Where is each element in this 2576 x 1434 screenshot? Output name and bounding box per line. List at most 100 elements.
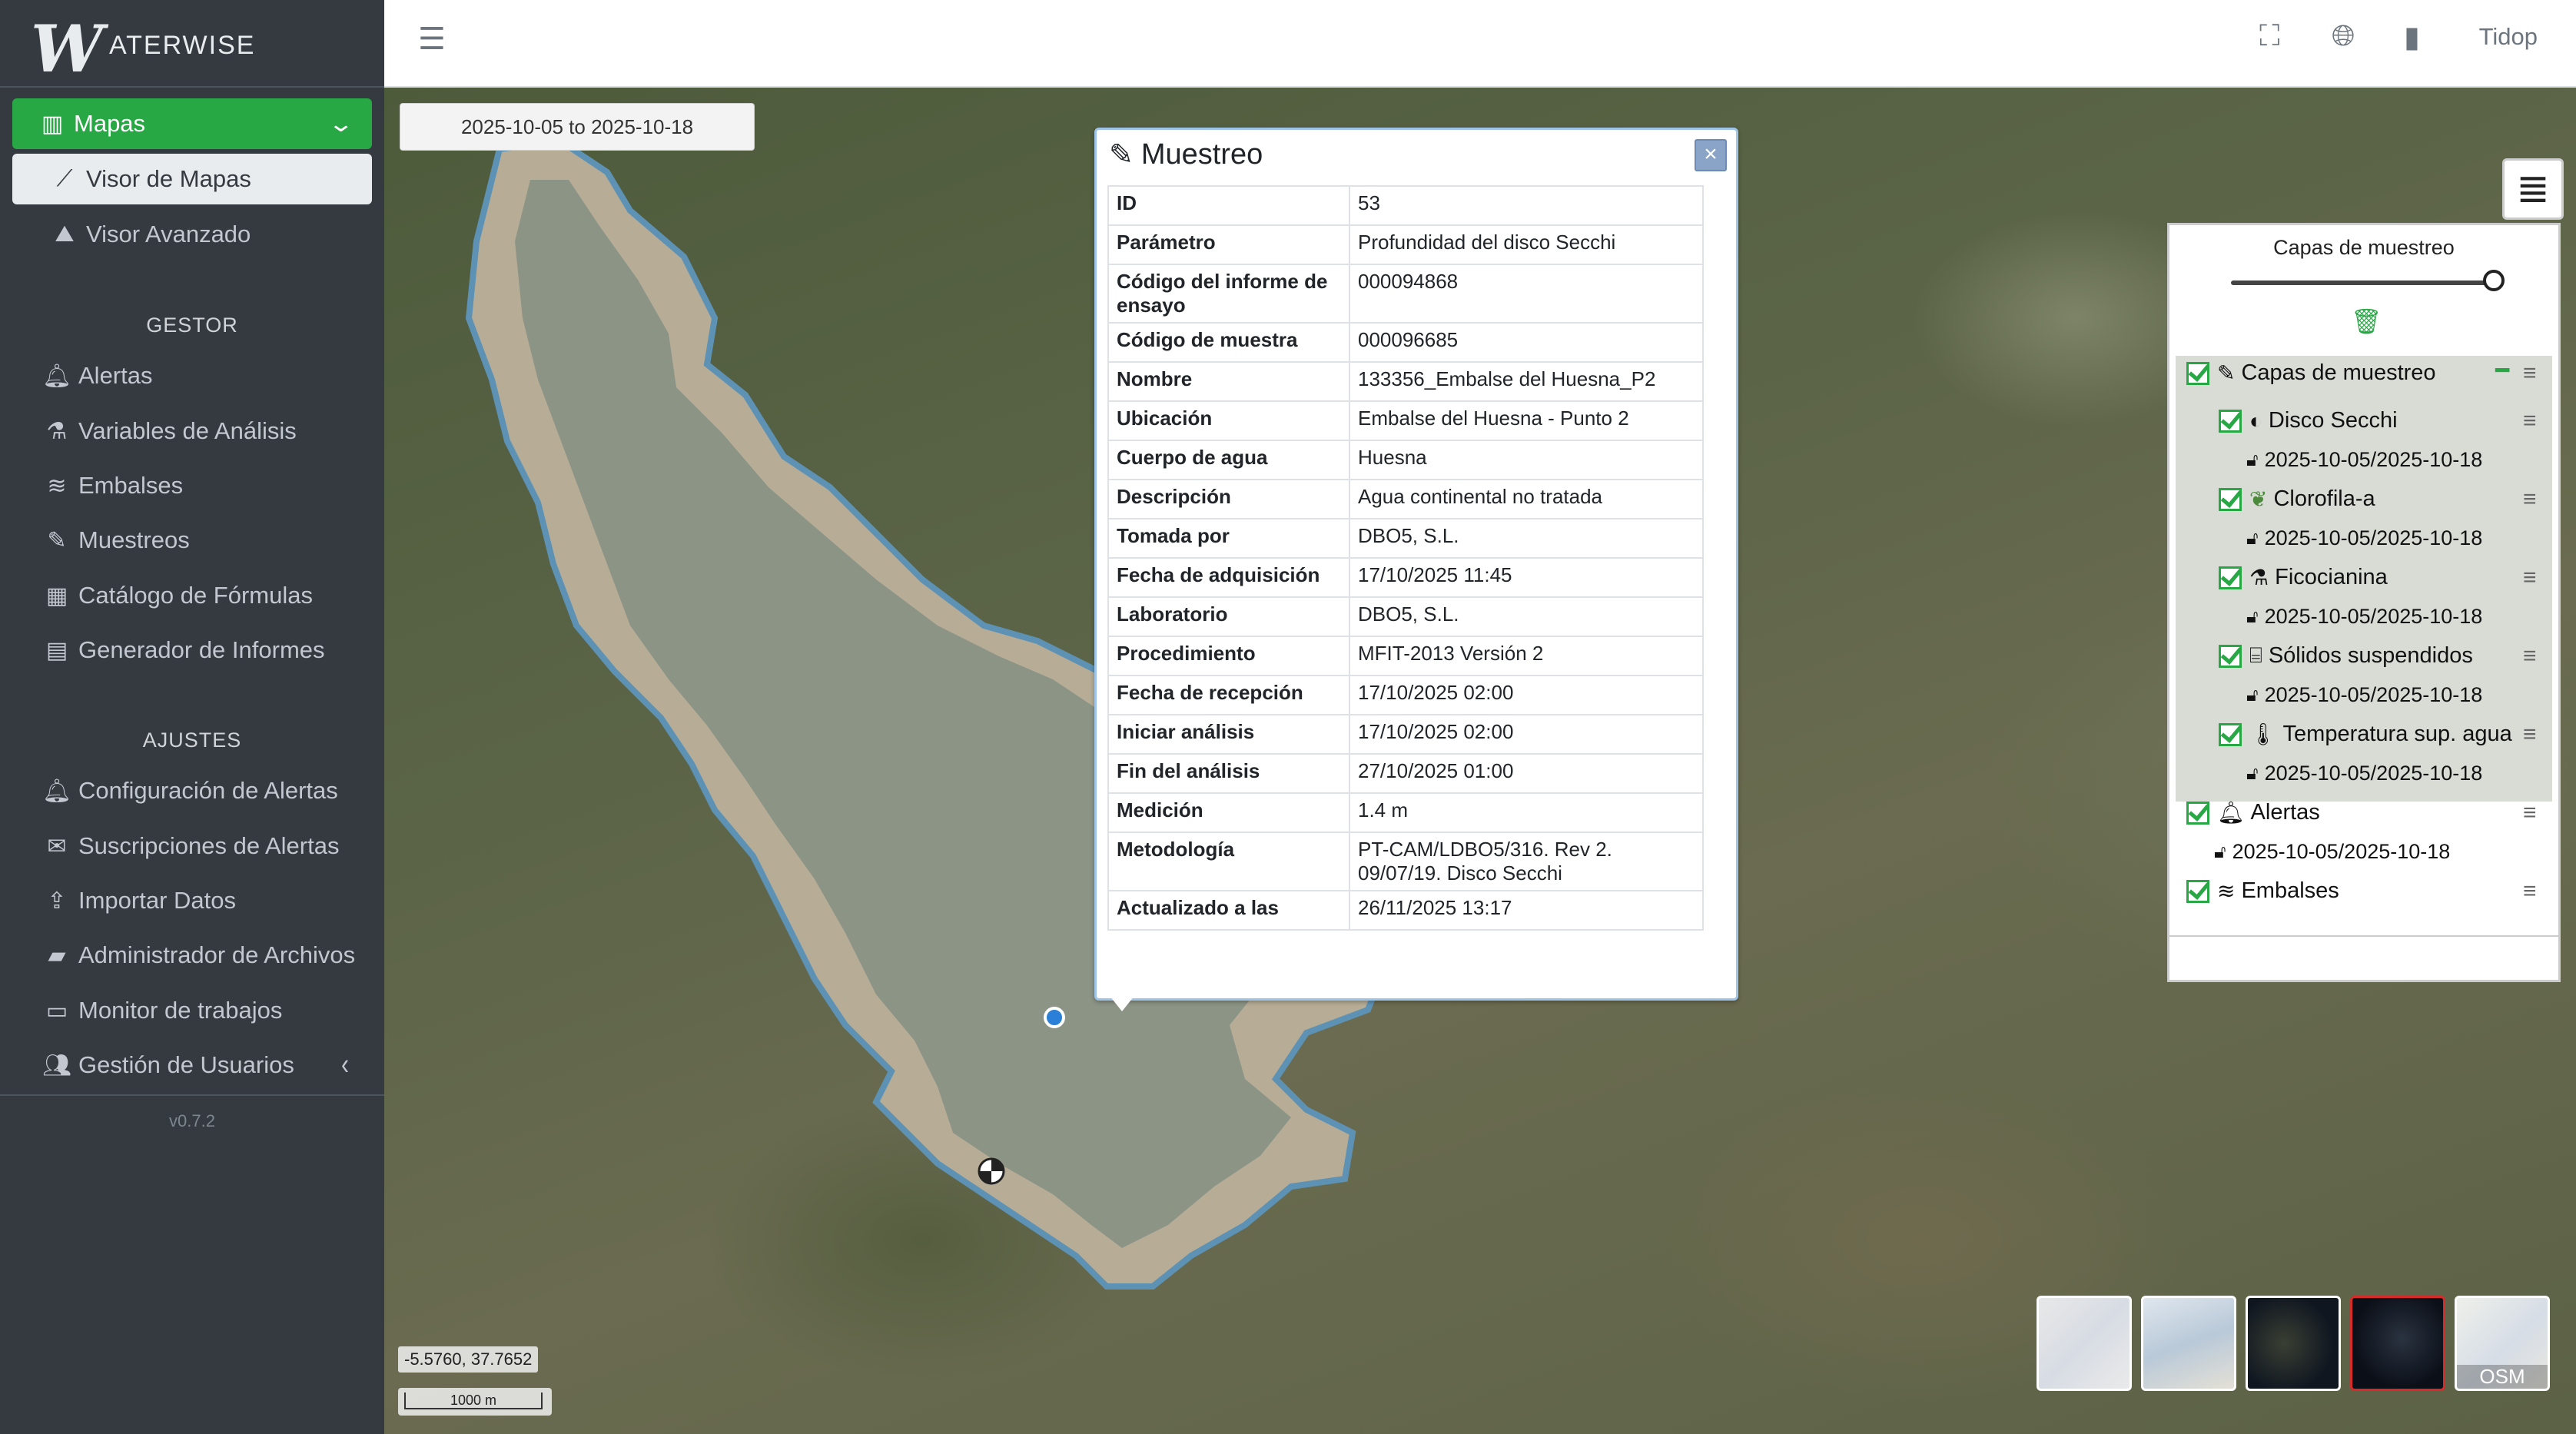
detail-key: Iniciar análisis [1107, 714, 1350, 755]
brand-logo[interactable]: W ATERWISE [0, 0, 384, 88]
layer-temperatura[interactable]: 🌡︎ Temperatura sup. agua [2219, 722, 2512, 747]
detail-key: Tomada por [1107, 518, 1350, 559]
nav-muestreos[interactable]: ✎ Muestreos [12, 515, 372, 566]
layer-date: 🔓︎ 2025-10-05/2025-10-18 [2246, 605, 2482, 629]
hamburger-icon[interactable]: ☰ [418, 22, 446, 57]
flask-icon: ⚗ [2249, 566, 2269, 589]
nav-mapas-label: Mapas [74, 110, 146, 137]
basemap-dark-active[interactable] [2350, 1296, 2445, 1391]
detail-row: Código de muestra 000096685 [1107, 322, 1704, 363]
collapse-icon[interactable]: ━ [2495, 357, 2509, 384]
layer-date: 🔓︎ 2025-10-05/2025-10-18 [2214, 840, 2450, 864]
layer-checkbox[interactable] [2186, 361, 2209, 385]
nav-generador-label: Generador de Informes [78, 636, 325, 663]
detail-key: Medición [1107, 792, 1350, 833]
layers-toggle-button[interactable]: ≣ [2502, 158, 2564, 220]
popup-pointer [1110, 996, 1134, 1011]
flask-icon: ⚗ [46, 418, 68, 444]
layer-alertas[interactable]: 🔔︎ Alertas [2186, 800, 2320, 825]
map-marked-icon: ⛰ [55, 221, 75, 247]
bell-icon: 🔔︎ [41, 778, 72, 804]
layer-checkbox[interactable] [2186, 879, 2209, 903]
scale-line: 1000 m [398, 1388, 552, 1416]
layer-checkbox[interactable] [2219, 566, 2242, 589]
nav-alertas[interactable]: 🔔︎ Alertas [12, 350, 372, 401]
detail-value: Agua continental no tratada [1349, 479, 1704, 519]
beaker-icon: ⌸ [2249, 643, 2262, 667]
detail-value: 17/10/2025 02:00 [1349, 714, 1704, 755]
detail-key: Fecha de recepción [1107, 675, 1350, 715]
nav-monitor-label: Monitor de trabajos [78, 997, 283, 1024]
nav-suscripciones[interactable]: ✉ Suscripciones de Alertas [12, 821, 372, 871]
nav-catalogo[interactable]: ▦ Catálogo de Fórmulas [12, 570, 372, 621]
nav-variables[interactable]: ⚗ Variables de Análisis [12, 406, 372, 456]
layer-checkbox[interactable] [2186, 801, 2209, 825]
layer-label: Alertas [2250, 800, 2320, 825]
layer-checkbox[interactable] [2219, 487, 2242, 511]
drag-handle-icon[interactable]: ≡ [2523, 408, 2537, 434]
opacity-slider-track[interactable] [2231, 280, 2495, 285]
nav-mapas[interactable]: ▥ Mapas ⌄ [12, 98, 372, 149]
nav-visor-mapas[interactable]: ⟋ Visor de Mapas [12, 154, 372, 204]
close-button[interactable]: × [1695, 139, 1727, 171]
lock-open-icon: 🔓︎ [2246, 606, 2259, 627]
layer-ficocianina[interactable]: ⚗ Ficocianina [2219, 565, 2388, 590]
opacity-slider-handle[interactable] [2483, 270, 2505, 291]
layer-solidos[interactable]: ⌸ Sólidos suspendidos [2219, 643, 2473, 669]
layer-label: Ficocianina [2275, 565, 2388, 589]
layer-disco-secchi[interactable]: ◐ Disco Secchi [2219, 408, 2398, 433]
basemap-satellite-world[interactable] [2246, 1296, 2341, 1391]
trash-icon[interactable]: 🗑︎ [2351, 307, 2382, 336]
globe-icon[interactable]: 🌐︎ [2332, 20, 2355, 53]
nav-embalses[interactable]: ≋ Embalses [12, 460, 372, 511]
nav-importar[interactable]: ⇪ Importar Datos [12, 875, 372, 926]
layer-checkbox[interactable] [2219, 722, 2242, 746]
detail-key: Actualizado a las [1107, 890, 1350, 931]
drag-handle-icon[interactable]: ≡ [2523, 878, 2537, 905]
drag-handle-icon[interactable]: ≡ [2523, 722, 2537, 748]
chart-line-icon: ⟋ [56, 166, 73, 191]
layer-group-capas[interactable]: ✎ Capas de muestreo [2186, 360, 2436, 386]
detail-key: Parámetro [1107, 224, 1350, 265]
layer-checkbox[interactable] [2219, 409, 2242, 433]
user-menu[interactable]: Tidop [2479, 23, 2538, 51]
calculator-icon: ▦ [45, 583, 68, 609]
basemap-osm[interactable]: OSM [2455, 1296, 2550, 1391]
basemap-light[interactable] [2037, 1296, 2132, 1391]
logo-mark: W [31, 11, 103, 87]
layer-switcher-panel: Capas de muestreo 🗑︎ ✎ Capas de muestreo… [2167, 223, 2561, 982]
drag-handle-icon[interactable]: ≡ [2523, 486, 2537, 513]
drag-handle-icon[interactable]: ≡ [2523, 643, 2537, 669]
fullscreen-icon[interactable]: ⛶ [2259, 20, 2280, 53]
nav-visor-avanzado[interactable]: ⛰ Visor Avanzado [12, 209, 372, 260]
detail-value: MFIT-2013 Versión 2 [1349, 636, 1704, 676]
detail-value: DBO5, S.L. [1349, 596, 1704, 637]
detail-value: 17/10/2025 11:45 [1349, 557, 1704, 598]
layer-checkbox[interactable] [2219, 644, 2242, 668]
detail-value: 17/10/2025 02:00 [1349, 675, 1704, 715]
layer-embalses[interactable]: ≋ Embalses [2186, 878, 2339, 904]
detail-row: Fecha de recepción 17/10/2025 02:00 [1107, 675, 1704, 715]
drag-handle-icon[interactable]: ≡ [2523, 565, 2537, 591]
nav-config-alertas[interactable]: 🔔︎ Configuración de Alertas [12, 765, 372, 816]
nav-catalogo-label: Catálogo de Fórmulas [78, 582, 313, 609]
detail-key: Laboratorio [1107, 596, 1350, 637]
detail-row: Iniciar análisis 17/10/2025 02:00 [1107, 714, 1704, 755]
nav-archivos[interactable]: ▰ Administrador de Archivos [12, 930, 372, 981]
drag-handle-icon[interactable]: ≡ [2523, 360, 2537, 387]
detail-value: 27/10/2025 01:00 [1349, 753, 1704, 794]
nav-monitor[interactable]: ▭ Monitor de trabajos [12, 985, 372, 1036]
date-range-picker[interactable]: 2025-10-05 to 2025-10-18 [400, 103, 755, 151]
drag-handle-icon[interactable]: ≡ [2523, 800, 2537, 826]
layer-label: Clorofila-a [2273, 486, 2375, 511]
nav-usuarios[interactable]: 👥︎ Gestión de Usuarios ‹ [12, 1040, 372, 1090]
book-icon[interactable]: ▮ [2404, 20, 2420, 55]
detail-row: Tomada por DBO5, S.L. [1107, 518, 1704, 559]
map-icon: ▥ [41, 111, 64, 137]
basemap-topo[interactable] [2141, 1296, 2236, 1391]
eyedropper-icon: ✎ [2217, 361, 2236, 385]
nav-generador[interactable]: ▤ Generador de Informes [12, 625, 372, 676]
eyedropper-icon: ✎ [47, 527, 67, 553]
layer-clorofila[interactable]: ❦ Clorofila-a [2219, 486, 2375, 512]
nav-visor-mapas-label: Visor de Mapas [86, 165, 251, 192]
